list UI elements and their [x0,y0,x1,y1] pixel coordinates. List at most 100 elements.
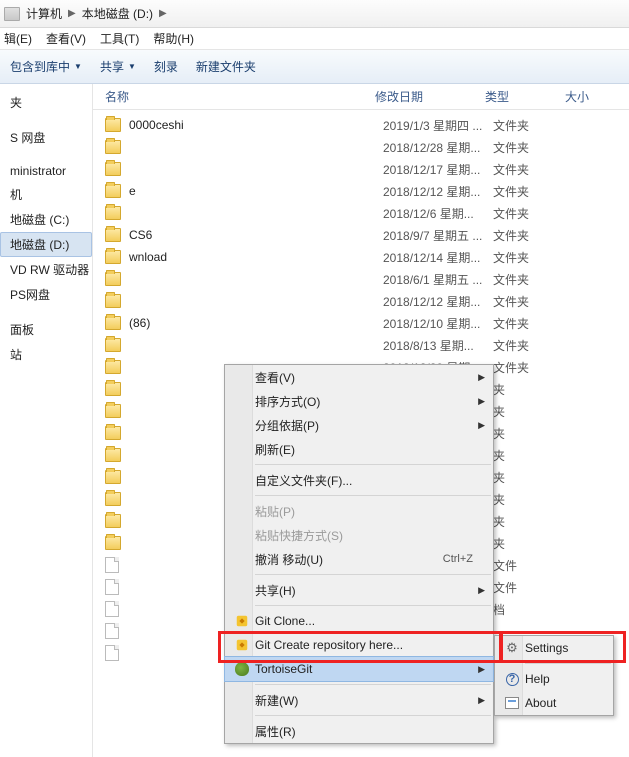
sidebar-item[interactable]: 地磁盘 (D:) [0,232,92,257]
sidebar-item[interactable]: ministrator [0,160,92,182]
folder-icon [105,294,121,308]
sidebar-item[interactable]: S 网盘 [0,125,92,150]
breadcrumb-seg-drive[interactable]: 本地磁盘 (D:) [82,5,153,22]
folder-icon [105,492,121,506]
folder-icon [105,514,121,528]
folder-icon [105,404,121,418]
file-type: 文件夹 [493,117,553,134]
file-type: 文件夹 [493,359,553,376]
file-row[interactable]: 2018/12/28 星期...文件夹 [93,136,629,158]
chevron-down-icon: ▼ [128,62,136,71]
file-type: 文件 [493,579,553,596]
file-type: 文件夹 [493,161,553,178]
file-type: 档 [493,601,553,618]
ctx-properties[interactable]: 属性(R) [225,719,493,743]
ctx-git-clone[interactable]: Git Clone... [225,609,493,633]
drive-icon [4,7,20,21]
ctx-undo-move[interactable]: 撤消 移动(U)Ctrl+Z [225,547,493,571]
submenu-help[interactable]: ?Help [495,667,613,691]
column-size[interactable]: 大小 [565,88,629,105]
folder-icon [105,426,121,440]
toolbar-new-folder[interactable]: 新建文件夹 [196,58,256,75]
sidebar-item[interactable]: VD RW 驱动器 ( [0,257,92,282]
toolbar-share[interactable]: 共享▼ [100,58,136,75]
chevron-right-icon: ▶ [159,8,167,19]
git-icon [235,638,249,652]
sidebar-item[interactable]: PS网盘 [0,282,92,307]
folder-icon [105,118,121,132]
toolbar-burn[interactable]: 刻录 [154,58,178,75]
ctx-refresh[interactable]: 刷新(E) [225,437,493,461]
file-type: 文件夹 [493,271,553,288]
ctx-paste-shortcut: 粘贴快捷方式(S) [225,523,493,547]
menu-help[interactable]: 帮助(H) [153,30,194,47]
file-row[interactable]: 2018/6/1 星期五 ...文件夹 [93,268,629,290]
ctx-new[interactable]: 新建(W)▶ [225,688,493,712]
folder-icon [105,140,121,154]
chevron-right-icon: ▶ [478,585,485,596]
file-icon [105,645,119,661]
file-name: CS6 [129,228,383,242]
file-date: 2018/12/28 星期... [383,139,493,156]
breadcrumb[interactable]: 计算机 ▶ 本地磁盘 (D:) ▶ [0,0,629,28]
file-row[interactable]: (86)2018/12/10 星期...文件夹 [93,312,629,334]
sidebar-item[interactable]: 夹 [0,90,92,115]
file-row[interactable]: e2018/12/12 星期...文件夹 [93,180,629,202]
file-row[interactable]: 2018/12/12 星期...文件夹 [93,290,629,312]
folder-icon [105,382,121,396]
file-type: 文件夹 [493,205,553,222]
ctx-paste: 粘贴(P) [225,499,493,523]
folder-icon [105,470,121,484]
chevron-right-icon: ▶ [478,664,485,675]
column-name[interactable]: 名称 [105,88,375,105]
file-type: 文件夹 [493,315,553,332]
sidebar-item[interactable]: 机 [0,182,92,207]
file-row[interactable]: 2018/8/13 星期...文件夹 [93,334,629,356]
submenu-about[interactable]: About [495,691,613,715]
file-row[interactable]: 2018/12/6 星期...文件夹 [93,202,629,224]
folder-icon [105,536,121,550]
menu-tools[interactable]: 工具(T) [100,30,139,47]
file-icon [105,557,119,573]
file-row[interactable]: wnload2018/12/14 星期...文件夹 [93,246,629,268]
file-type: 夹 [493,447,553,464]
folder-icon [105,162,121,176]
sidebar-item[interactable]: 地磁盘 (C:) [0,207,92,232]
sidebar: 夹 S 网盘 ministrator机地磁盘 (C:)地磁盘 (D:)VD RW 驱… [0,84,93,757]
file-date: 2019/1/3 星期四 ... [383,117,493,134]
chevron-right-icon: ▶ [478,396,485,407]
file-row[interactable]: CS62018/9/7 星期五 ...文件夹 [93,224,629,246]
ctx-tortoisegit[interactable]: TortoiseGit▶ [225,657,493,681]
file-type: 夹 [493,469,553,486]
folder-icon [105,338,121,352]
sidebar-item[interactable]: 面板 [0,317,92,342]
column-date[interactable]: 修改日期 [375,88,485,105]
ctx-sort[interactable]: 排序方式(O)▶ [225,389,493,413]
column-type[interactable]: 类型 [485,88,565,105]
file-date: 2018/12/14 星期... [383,249,493,266]
sidebar-item[interactable]: 站 [0,342,92,367]
submenu-settings[interactable]: ⚙Settings [495,636,613,660]
folder-icon [105,184,121,198]
file-type: 夹 [493,403,553,420]
tortoise-icon [235,662,249,676]
toolbar-include-in-library[interactable]: 包含到库中▼ [10,58,82,75]
folder-icon [105,272,121,286]
gear-icon: ⚙ [506,640,518,656]
ctx-group[interactable]: 分组依据(P)▶ [225,413,493,437]
ctx-view[interactable]: 查看(V)▶ [225,365,493,389]
breadcrumb-seg-computer[interactable]: 计算机 [26,5,62,22]
menu-view[interactable]: 查看(V) [46,30,86,47]
file-row[interactable]: 0000ceshi2019/1/3 星期四 ...文件夹 [93,114,629,136]
ctx-git-create-repo[interactable]: Git Create repository here... [225,633,493,657]
file-row[interactable]: 2018/12/17 星期...文件夹 [93,158,629,180]
folder-icon [105,228,121,242]
menu-edit[interactable]: 辑(E) [4,30,32,47]
ctx-customize-folder[interactable]: 自定义文件夹(F)... [225,468,493,492]
file-icon [105,623,119,639]
file-type: 文件夹 [493,183,553,200]
ctx-share[interactable]: 共享(H)▶ [225,578,493,602]
about-icon [505,697,519,709]
chevron-right-icon: ▶ [478,695,485,706]
file-type: 夹 [493,425,553,442]
